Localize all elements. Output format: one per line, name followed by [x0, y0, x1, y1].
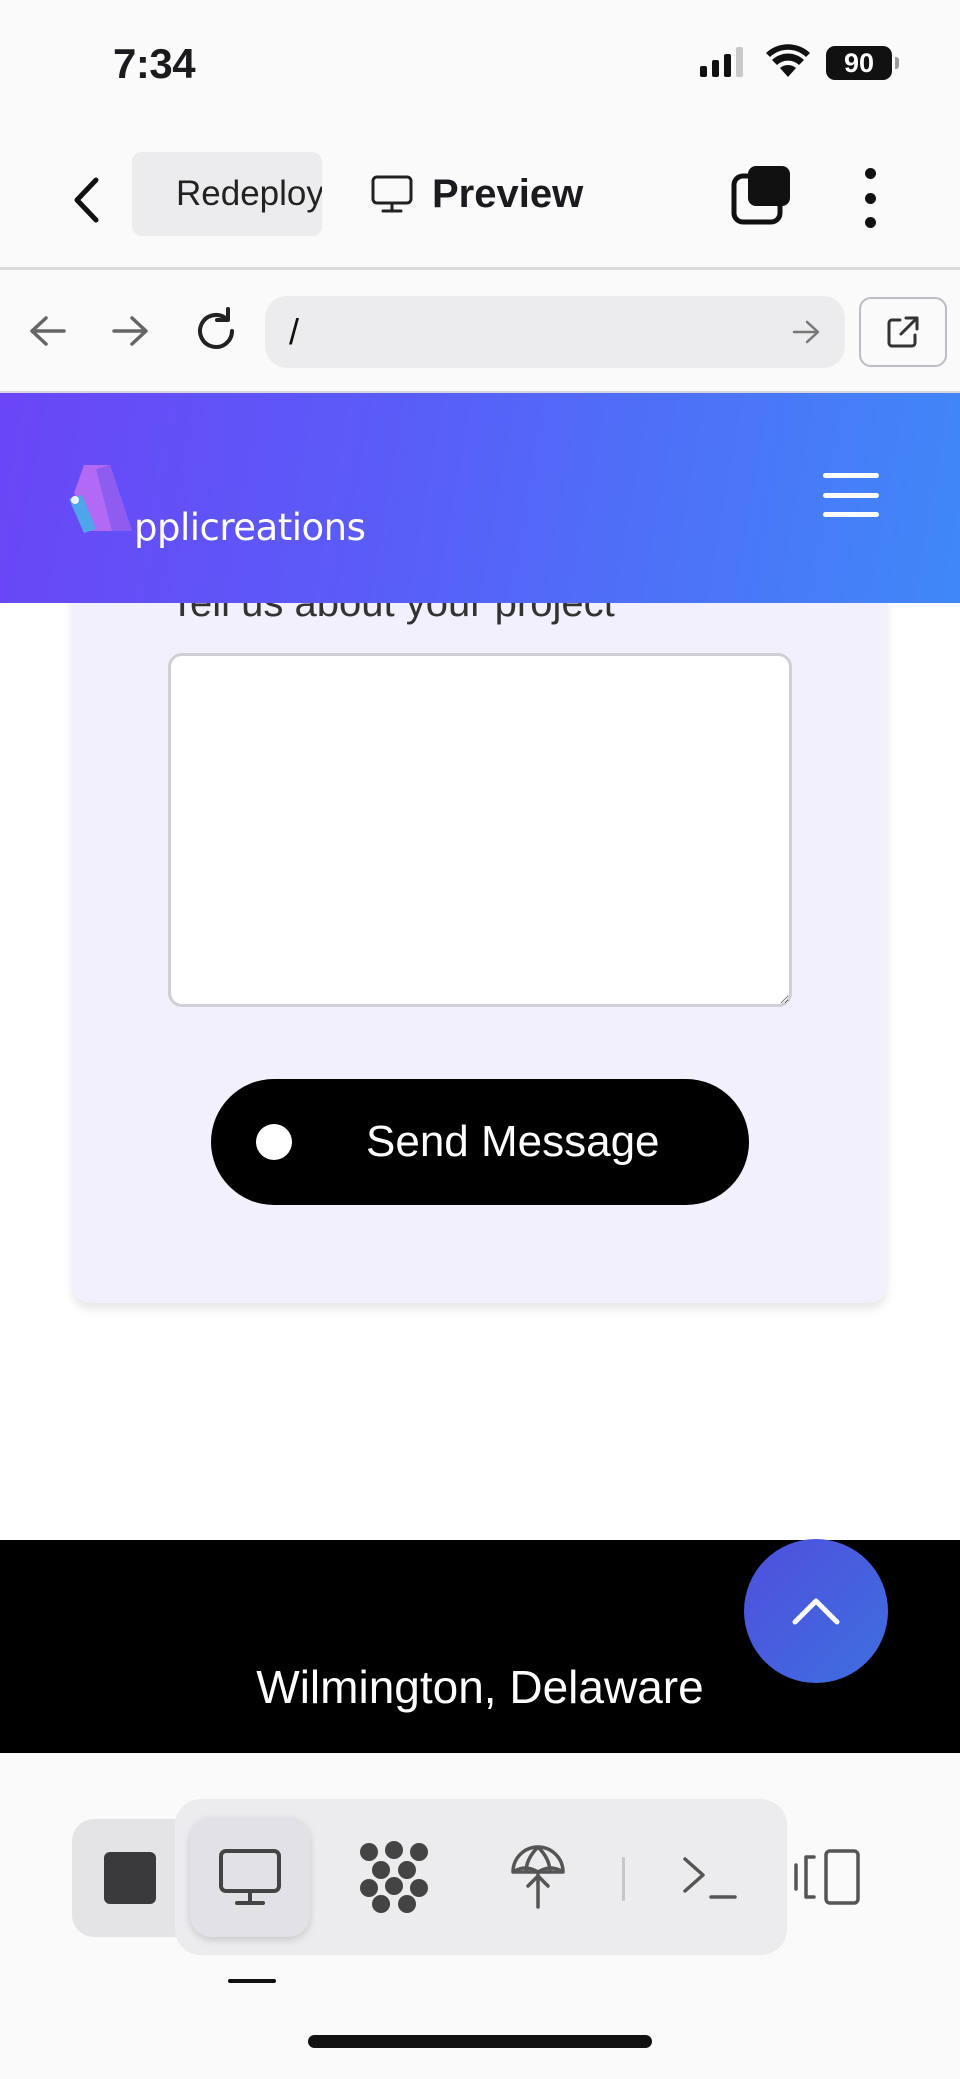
website-viewport: Tell us about your project Send Message … — [0, 393, 960, 1753]
status-bar: 7:34 90 — [0, 0, 960, 130]
preview-label: Preview — [432, 171, 584, 216]
repl-name-chip[interactable]: Redeployed — [132, 152, 322, 236]
go-arrow-icon[interactable] — [791, 319, 821, 345]
open-external-button[interactable] — [859, 297, 947, 367]
cellular-signal-icon — [700, 47, 743, 77]
browser-back-button[interactable] — [18, 301, 78, 361]
battery-icon: 90 — [826, 46, 899, 80]
reload-icon — [198, 307, 234, 349]
home-indicator[interactable] — [308, 2035, 652, 2048]
shell-tool-button[interactable] — [650, 1817, 770, 1937]
back-to-top-button[interactable] — [744, 1539, 888, 1683]
deploy-icon — [511, 1845, 565, 1909]
deploy-tool-button[interactable] — [478, 1817, 598, 1937]
bottom-toolbar — [0, 1753, 960, 2079]
status-time: 7:34 — [113, 40, 196, 87]
back-arrow-icon — [30, 316, 66, 346]
app-header: Redeployed Preview — [0, 130, 960, 270]
site-logo[interactable]: pplicreations — [66, 459, 366, 549]
stop-icon — [104, 1852, 156, 1904]
wifi-icon — [766, 44, 810, 77]
url-bar[interactable]: / — [265, 296, 845, 368]
forward-arrow-icon — [112, 316, 148, 346]
logo-mark-icon — [69, 465, 132, 533]
url-path: / — [289, 311, 300, 352]
send-message-label: Send Message — [366, 1117, 660, 1166]
split-pane-tool-button[interactable] — [768, 1817, 888, 1937]
brand-wordmark: pplicreations — [134, 506, 366, 549]
project-textarea[interactable] — [168, 653, 792, 1007]
send-message-button[interactable]: Send Message — [211, 1079, 749, 1205]
webview-tool-button[interactable] — [190, 1817, 310, 1937]
workflows-tool-button[interactable] — [334, 1817, 454, 1937]
browser-forward-button[interactable] — [100, 301, 160, 361]
menu-hamburger-icon[interactable] — [823, 473, 879, 517]
more-vertical-icon[interactable] — [852, 168, 888, 228]
webview-monitor-icon — [219, 1849, 281, 1905]
monitor-icon — [371, 175, 413, 213]
external-link-icon — [887, 316, 919, 348]
battery-level: 90 — [843, 47, 875, 78]
button-dot-icon — [256, 1124, 292, 1160]
back-button[interactable] — [62, 170, 110, 230]
tabs-icon[interactable] — [730, 164, 794, 228]
active-tool-indicator — [228, 1979, 276, 1983]
site-header: pplicreations — [0, 393, 960, 603]
preview-tab[interactable]: Preview — [370, 164, 583, 224]
back-chevron-icon — [74, 177, 99, 223]
repl-name: Redeployed — [176, 174, 322, 213]
toolbar-divider — [622, 1857, 625, 1901]
split-pane-icon — [794, 1849, 860, 1905]
reload-button[interactable] — [186, 301, 246, 361]
browser-nav-bar: / — [0, 273, 960, 393]
chevron-up-icon — [792, 1598, 840, 1625]
shell-icon — [683, 1857, 737, 1899]
workflows-icon — [360, 1841, 428, 1913]
